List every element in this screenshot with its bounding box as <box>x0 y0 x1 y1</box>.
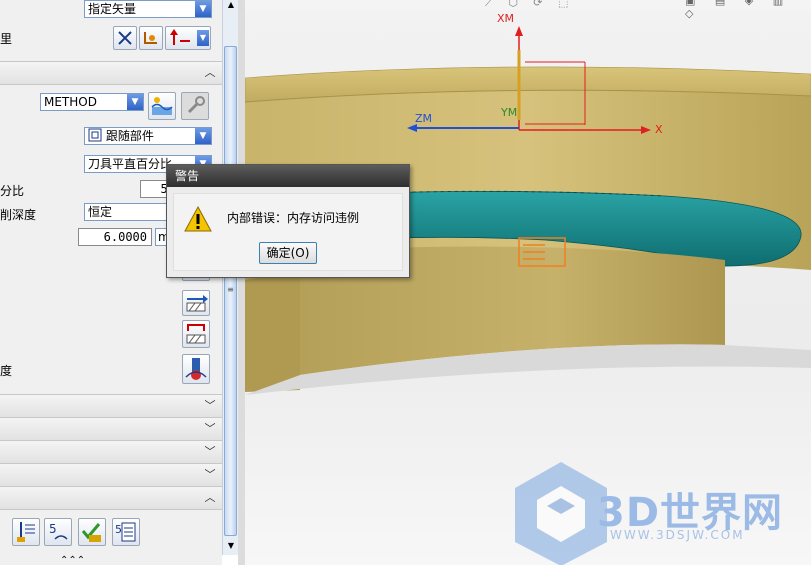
cutting-parameters-button[interactable] <box>182 290 210 316</box>
axis-label-zm: ZM <box>415 112 433 125</box>
svg-text:5: 5 <box>115 523 122 536</box>
warning-message: 内部错误：内存访问违例 <box>227 211 360 225</box>
warning-dialog: 警告 内部错误：内存访问违例 确定(O) <box>166 164 410 278</box>
warning-triangle-icon <box>184 205 212 232</box>
chevron-down-icon[interactable]: ▼ <box>195 128 211 144</box>
expand-more-icon[interactable]: ⌃⌃⌃ <box>60 555 85 565</box>
wrench-icon <box>187 96 205 114</box>
section-header-actions[interactable]: ︿ <box>0 486 222 510</box>
chevron-down-icon[interactable]: ▼ <box>127 94 143 110</box>
chevron-down-icon[interactable]: ﹀ <box>202 467 218 483</box>
axis-label-x: X <box>655 123 663 136</box>
axis-label-ym: YM <box>501 106 518 119</box>
cut-pattern-combo[interactable]: 跟随部件 ▼ <box>84 127 212 145</box>
section-header-method[interactable]: ︿ <box>0 61 222 85</box>
vector-dialog-button[interactable] <box>113 26 137 50</box>
warning-dialog-title: 警告 <box>167 165 409 187</box>
grip-icon: ≡ <box>227 285 234 294</box>
inferred-vector-button[interactable] <box>139 26 163 50</box>
edit-method-button[interactable] <box>181 92 209 120</box>
chevron-up-icon[interactable]: ︿ <box>202 490 218 506</box>
vector-combo-value: 指定矢量 <box>88 2 137 16</box>
ok-button[interactable]: 确定(O) <box>259 242 317 264</box>
feeds-speeds-icon <box>185 358 207 380</box>
view-toolbar[interactable]: ⟋ ⬡ ⟳ ⬚ <box>485 0 574 10</box>
chevron-down-icon[interactable]: ﹀ <box>202 444 218 460</box>
watermark-url: WWW.3DSJW.COM <box>610 528 745 542</box>
feeds-speeds-button[interactable] <box>182 354 210 384</box>
create-method-button[interactable] <box>148 92 176 120</box>
axis-label-xm: XM <box>497 12 515 25</box>
operation-dialog-panel: 指定矢量 ▼ 里 ▼ ︿ METHOD ▼ 跟随部件 ▼ 刀具平直百分比 分比 … <box>0 0 222 565</box>
chevron-up-icon[interactable]: ︿ <box>202 65 218 81</box>
panel-splitter[interactable] <box>238 0 245 565</box>
cross-vector-icon <box>118 31 132 45</box>
depth-label: 削深度 <box>0 208 37 222</box>
tool-axis-icon <box>144 32 157 44</box>
list-icon: 5 <box>115 522 136 542</box>
render-toolbar[interactable]: ▣ ▤ ◈ ▥ ◇ <box>685 0 811 20</box>
section-header-1[interactable]: ﹀ <box>0 394 222 418</box>
non-cutting-moves-icon <box>186 324 206 344</box>
chevron-down-icon[interactable]: ﹀ <box>202 421 218 437</box>
depth-input[interactable]: 6.0000 <box>78 228 152 246</box>
cut-pattern-value: 跟随部件 <box>105 129 154 143</box>
list-button[interactable]: 5 <box>112 518 140 546</box>
verify-button[interactable] <box>78 518 106 546</box>
scroll-up-icon[interactable]: ▲ <box>225 0 237 12</box>
scrollbar-thumb[interactable]: ≡ <box>224 46 237 536</box>
verify-icon <box>81 523 101 542</box>
method-wave-icon <box>151 97 173 115</box>
replay-icon: 5 <box>49 522 68 540</box>
replay-button[interactable]: 5 <box>44 518 72 546</box>
generate-toolpath-icon <box>17 522 35 542</box>
chevron-down-icon[interactable]: ▼ <box>195 1 211 17</box>
vector-combo[interactable]: 指定矢量 ▼ <box>84 0 212 18</box>
method-combo-value: METHOD <box>44 95 97 109</box>
depth-mode-value: 恒定 <box>88 205 113 219</box>
section-header-3[interactable]: ﹀ <box>0 440 222 464</box>
percent-label: 分比 <box>0 184 25 198</box>
reverse-direction-icon <box>170 29 190 45</box>
degree-label: 度 <box>0 364 13 378</box>
stepover-value: 刀具平直百分比 <box>88 157 173 171</box>
section-header-4[interactable]: ﹀ <box>0 463 222 487</box>
method-combo[interactable]: METHOD ▼ <box>40 93 144 111</box>
scroll-down-icon[interactable]: ▼ <box>225 541 237 553</box>
chevron-down-icon[interactable]: ▼ <box>197 30 209 46</box>
quantity-label: 里 <box>0 32 13 46</box>
non-cutting-moves-button[interactable] <box>182 320 210 348</box>
svg-text:5: 5 <box>49 522 57 536</box>
section-header-2[interactable]: ﹀ <box>0 417 222 441</box>
reverse-direction-button[interactable]: ▼ <box>165 26 211 50</box>
follow-part-icon <box>88 128 102 142</box>
depth-mode-combo[interactable]: 恒定 <box>84 203 174 221</box>
chevron-down-icon[interactable]: ﹀ <box>202 398 218 414</box>
cutting-params-icon <box>186 295 208 312</box>
generate-button[interactable] <box>12 518 40 546</box>
